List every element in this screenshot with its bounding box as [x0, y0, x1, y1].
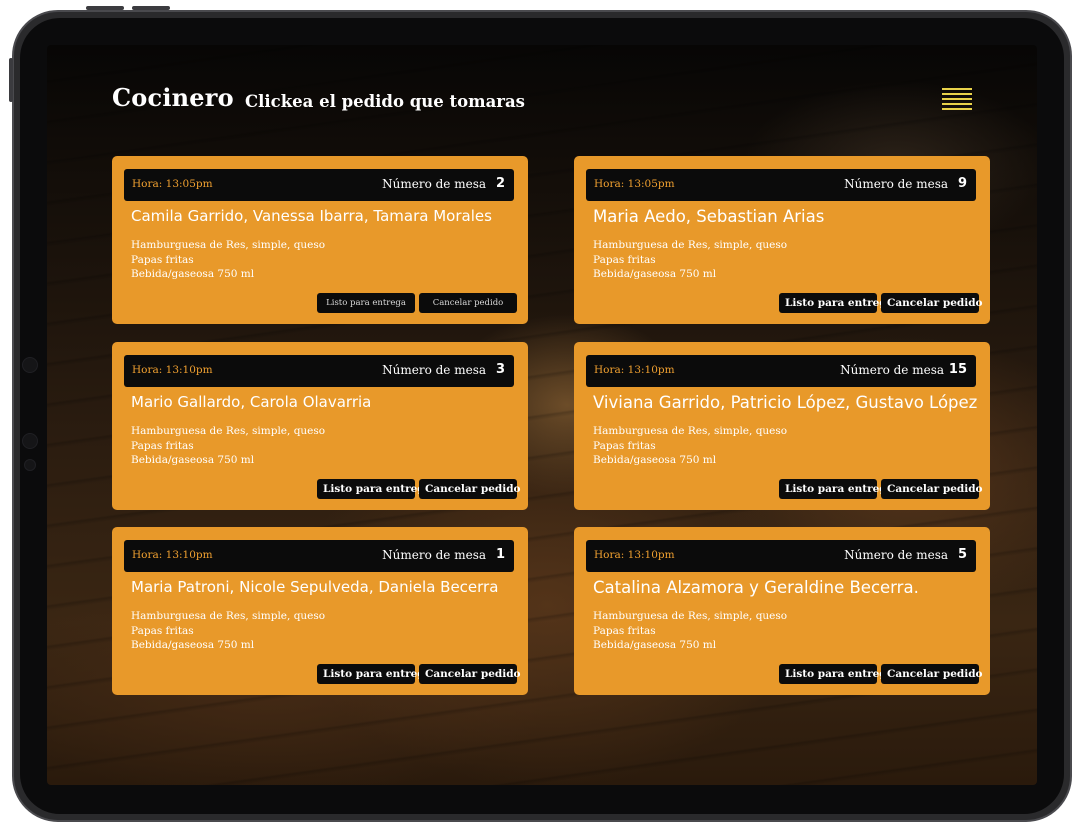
- cancel-order-button[interactable]: Cancelar pedido: [881, 293, 983, 313]
- table-number: 15: [948, 362, 967, 377]
- camera-sensor: [24, 459, 36, 471]
- order-item: Papas fritas: [593, 253, 656, 266]
- order-items: Hamburguesa de Res, simple, queso Papas …: [131, 424, 325, 468]
- table-number: 5: [957, 547, 967, 562]
- order-item: Bebida/gaseosa 750 ml: [131, 268, 255, 280]
- ready-for-delivery-button[interactable]: Listo para entrega: [779, 293, 893, 313]
- page-subtitle: Clickea el pedido que tomaras: [245, 92, 525, 111]
- cancel-order-button[interactable]: Cancelar pedido: [419, 293, 517, 313]
- order-actions: Listo para entrega Cancelar pedido: [779, 293, 983, 313]
- order-items: Hamburguesa de Res, simple, queso Papas …: [131, 238, 325, 282]
- order-item: Hamburguesa de Res, simple, queso: [593, 610, 788, 622]
- side-button: [9, 58, 13, 102]
- order-card[interactable]: Hora: 13:10pm Número de mesa 3 Mario Gal…: [112, 342, 528, 510]
- ready-for-delivery-button[interactable]: Listo para entrega: [779, 664, 893, 684]
- order-header: Hora: 13:10pm Número de mesa 1: [124, 540, 514, 572]
- order-item: Hamburguesa de Res, simple, queso: [593, 425, 788, 437]
- order-items: Hamburguesa de Res, simple, queso Papas …: [131, 609, 325, 653]
- cancel-order-button[interactable]: Cancelar pedido: [881, 664, 983, 684]
- table-number-label: Número de mesa: [382, 548, 486, 562]
- order-items: Hamburguesa de Res, simple, queso Papas …: [593, 238, 787, 282]
- order-actions: Listo para entrega Cancelar pedido: [779, 664, 983, 684]
- cancel-order-button[interactable]: Cancelar pedido: [419, 664, 521, 684]
- order-actions: Listo para entrega Cancelar pedido: [317, 293, 517, 313]
- order-header: Hora: 13:10pm Número de mesa 3: [124, 355, 514, 387]
- order-header: Hora: 13:10pm Número de mesa 15: [586, 355, 976, 387]
- order-items: Hamburguesa de Res, simple, queso Papas …: [593, 424, 787, 468]
- hamburger-menu-icon[interactable]: [942, 88, 974, 110]
- camera-sensor: [22, 357, 38, 373]
- ready-for-delivery-button[interactable]: Listo para entrega: [317, 479, 431, 499]
- table-number-label: Número de mesa: [382, 177, 486, 191]
- order-time: Hora: 13:10pm: [594, 364, 675, 376]
- order-item: Bebida/gaseosa 750 ml: [593, 454, 717, 466]
- customer-names: Mario Gallardo, Carola Olavarria: [131, 393, 372, 411]
- table-number: 1: [495, 547, 505, 562]
- order-time: Hora: 13:05pm: [132, 178, 213, 190]
- table-number-label: Número de mesa: [844, 548, 948, 562]
- ready-for-delivery-button[interactable]: Listo para entrega: [779, 479, 893, 499]
- order-card[interactable]: Hora: 13:10pm Número de mesa 1 Maria Pat…: [112, 527, 528, 695]
- customer-names: Maria Aedo, Sebastian Arias: [593, 207, 825, 226]
- cancel-order-button[interactable]: Cancelar pedido: [881, 479, 983, 499]
- table-number: 2: [495, 176, 505, 191]
- order-time: Hora: 13:10pm: [594, 549, 675, 561]
- ready-for-delivery-button[interactable]: Listo para entrega: [317, 293, 415, 313]
- order-item: Bebida/gaseosa 750 ml: [131, 639, 255, 651]
- order-item: Papas fritas: [593, 439, 656, 452]
- top-button: [86, 6, 124, 10]
- customer-names: Camila Garrido, Vanessa Ibarra, Tamara M…: [131, 207, 492, 225]
- table-number-label: Número de mesa: [840, 363, 944, 377]
- order-actions: Listo para entrega Cancelar pedido: [317, 479, 521, 499]
- order-item: Papas fritas: [593, 624, 656, 637]
- order-item: Hamburguesa de Res, simple, queso: [593, 239, 788, 251]
- order-header: Hora: 13:05pm Número de mesa 2: [124, 169, 514, 201]
- order-time: Hora: 13:10pm: [132, 549, 213, 561]
- order-item: Papas fritas: [131, 439, 194, 452]
- order-item: Bebida/gaseosa 750 ml: [593, 639, 717, 651]
- cancel-order-button[interactable]: Cancelar pedido: [419, 479, 521, 499]
- table-number: 3: [495, 362, 505, 377]
- order-card[interactable]: Hora: 13:05pm Número de mesa 2 Camila Ga…: [112, 156, 528, 324]
- order-actions: Listo para entrega Cancelar pedido: [779, 479, 983, 499]
- order-item: Hamburguesa de Res, simple, queso: [131, 610, 326, 622]
- order-item: Bebida/gaseosa 750 ml: [131, 454, 255, 466]
- customer-names: Viviana Garrido, Patricio López, Gustavo…: [593, 393, 978, 412]
- app-screen: Cocinero Clickea el pedido que tomaras H…: [47, 45, 1037, 785]
- customer-names: Catalina Alzamora y Geraldine Becerra.: [593, 578, 919, 597]
- order-item: Bebida/gaseosa 750 ml: [593, 268, 717, 280]
- table-number-label: Número de mesa: [382, 363, 486, 377]
- page-title: Cocinero: [112, 83, 234, 112]
- order-card[interactable]: Hora: 13:05pm Número de mesa 9 Maria Aed…: [574, 156, 990, 324]
- ready-for-delivery-button[interactable]: Listo para entrega: [317, 664, 431, 684]
- order-item: Papas fritas: [131, 253, 194, 266]
- order-header: Hora: 13:05pm Número de mesa 9: [586, 169, 976, 201]
- camera-sensor: [22, 433, 38, 449]
- table-number: 9: [957, 176, 967, 191]
- order-header: Hora: 13:10pm Número de mesa 5: [586, 540, 976, 572]
- top-button: [132, 6, 170, 10]
- table-number-label: Número de mesa: [844, 177, 948, 191]
- order-card[interactable]: Hora: 13:10pm Número de mesa 15 Viviana …: [574, 342, 990, 510]
- order-card[interactable]: Hora: 13:10pm Número de mesa 5 Catalina …: [574, 527, 990, 695]
- customer-names: Maria Patroni, Nicole Sepulveda, Daniela…: [131, 578, 499, 596]
- order-items: Hamburguesa de Res, simple, queso Papas …: [593, 609, 787, 653]
- order-item: Hamburguesa de Res, simple, queso: [131, 239, 326, 251]
- order-item: Hamburguesa de Res, simple, queso: [131, 425, 326, 437]
- order-item: Papas fritas: [131, 624, 194, 637]
- order-actions: Listo para entrega Cancelar pedido: [317, 664, 521, 684]
- order-time: Hora: 13:10pm: [132, 364, 213, 376]
- order-time: Hora: 13:05pm: [594, 178, 675, 190]
